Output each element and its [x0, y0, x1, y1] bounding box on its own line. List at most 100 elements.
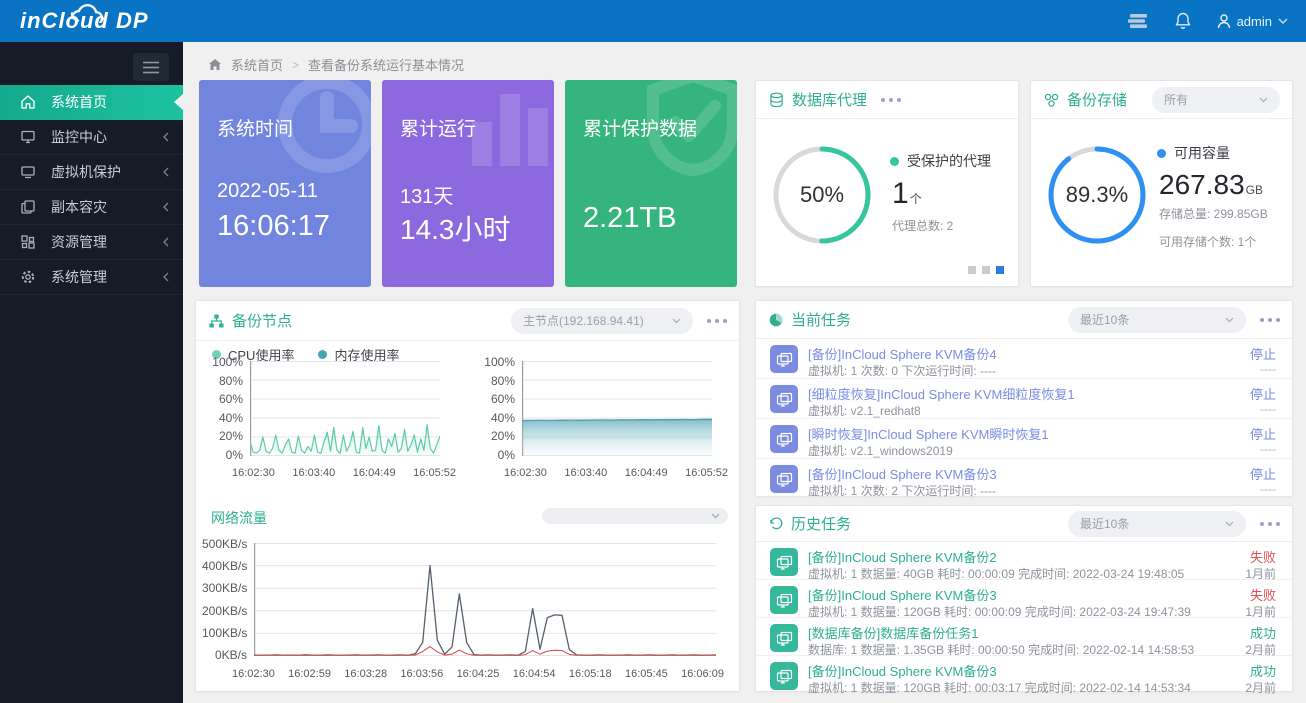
sidebar-item-label: 资源管理 [51, 232, 107, 252]
tick-label: 16:06:09 [681, 668, 724, 680]
current-tasks-title: 当前任务 [768, 309, 851, 330]
task-age: 2月前 [1245, 679, 1276, 696]
legend-label: 可用容量 [1174, 143, 1230, 163]
tick-label: 16:05:18 [569, 668, 612, 680]
task-title-link[interactable]: [备份]InCloud Sphere KVM备份3 [808, 464, 997, 483]
tick-label: 16:03:56 [400, 668, 443, 680]
pager-dot[interactable] [968, 266, 976, 274]
tick-label: 40% [206, 411, 243, 425]
user-icon [1217, 14, 1231, 29]
card-title: 累计运行 [400, 114, 476, 141]
user-name: admin [1237, 14, 1272, 29]
app-logo[interactable]: inCloud DP [20, 0, 149, 42]
db-agent-percent: 50% [770, 143, 874, 247]
tick-label: 60% [206, 392, 243, 406]
chevron-down-icon [672, 318, 681, 324]
history-tasks-filter-select[interactable]: 最近10条 [1068, 511, 1246, 537]
agent-total: 代理总数: 2 [892, 217, 991, 234]
task-title-link[interactable]: [备份]InCloud Sphere KVM备份3 [808, 661, 997, 680]
sidebar-item-vm-protection[interactable]: 虚拟机保护 [0, 155, 183, 190]
tick-label: 100% [206, 355, 243, 369]
legend-dot [1157, 149, 1166, 158]
storage-filter-select[interactable]: 所有 [1152, 87, 1280, 113]
db-agent-more-menu[interactable] [881, 98, 901, 102]
legend-dot [890, 157, 899, 166]
vm-task-icon [770, 662, 798, 690]
current-tasks-filter-select[interactable]: 最近10条 [1068, 307, 1246, 333]
stop-task-button[interactable]: 停止 [1250, 424, 1276, 443]
task-title-link[interactable]: [备份]InCloud Sphere KVM备份3 [808, 585, 997, 604]
memory-usage-chart: 100%80%60%40%20%0% 16:02:3016:03:4016:04… [478, 359, 734, 479]
node-select[interactable]: 主节点(192.168.94.41) [511, 308, 693, 334]
tick-label: 100% [478, 355, 515, 369]
current-tasks-panel: 当前任务 最近10条 [备份]InCloud Sphere KVM备份4 虚拟机… [755, 300, 1293, 497]
stop-task-button[interactable]: 停止 [1250, 464, 1276, 483]
memory-chart-y-axis: 100%80%60%40%20%0% [478, 355, 522, 462]
current-tasks-more-menu[interactable] [1260, 318, 1280, 322]
history-tasks-panel: 历史任务 最近10条 [备份]InCloud Sphere KVM备份2 虚拟机… [755, 505, 1293, 692]
breadcrumb-home[interactable]: 系统首页 [231, 55, 283, 74]
task-action-sub: ---- [1260, 362, 1276, 376]
breadcrumb-separator: > [292, 58, 299, 72]
stop-task-button[interactable]: 停止 [1250, 384, 1276, 403]
db-task-icon [770, 624, 798, 652]
sidebar-menu: 系统首页 监控中心 虚拟机保护 副本容灾 资源管理 系统管理 [0, 85, 183, 295]
storage-percent: 89.3% [1045, 143, 1149, 247]
sidebar-item-monitor-center[interactable]: 监控中心 [0, 120, 183, 155]
task-title-link[interactable]: [备份]InCloud Sphere KVM备份2 [808, 547, 997, 566]
task-title-link[interactable]: [瞬时恢复]InCloud Sphere KVM瞬时恢复1 [808, 424, 1049, 443]
pager-dot[interactable] [982, 266, 990, 274]
breadcrumb-home-icon [208, 58, 222, 71]
storage-filter-value: 所有 [1164, 91, 1188, 108]
sidebar-collapse-button[interactable] [133, 53, 169, 81]
tick-label: 16:02:59 [288, 668, 331, 680]
sidebar-item-replica-dr[interactable]: 副本容灾 [0, 190, 183, 225]
task-title-link[interactable]: [细粒度恢复]InCloud Sphere KVM细粒度恢复1 [808, 384, 1075, 403]
card-uptime: 累计运行 131天 14.3小时 [382, 80, 554, 287]
filter-value: 最近10条 [1080, 311, 1129, 328]
tick-label: 16:02:30 [232, 467, 275, 479]
copy-document-icon [20, 199, 38, 215]
current-task-row: [备份]InCloud Sphere KVM备份4 虚拟机: 1 次数: 0 下… [756, 339, 1292, 379]
notification-bell-icon[interactable] [1175, 12, 1191, 30]
backup-node-header: 备份节点 主节点(192.168.94.41) [196, 301, 739, 341]
home-icon [20, 94, 38, 110]
uptime-hours: 14.3小时 [400, 208, 511, 248]
tick-label: 100KB/s [202, 626, 247, 640]
tick-label: 400KB/s [202, 559, 247, 573]
network-interface-select[interactable] [542, 508, 728, 524]
task-action-sub: ---- [1260, 482, 1276, 496]
history-icon [768, 516, 784, 532]
user-menu[interactable]: admin [1217, 14, 1288, 29]
server-list-icon[interactable] [1128, 13, 1149, 29]
task-title-link[interactable]: [数据库备份]数据库备份任务1 [808, 623, 978, 642]
tick-label: 60% [478, 392, 515, 406]
history-tasks-header: 历史任务 最近10条 [756, 506, 1292, 542]
sidebar: 系统首页 监控中心 虚拟机保护 副本容灾 资源管理 系统管理 [0, 42, 183, 703]
cpu-chart-x-axis: 16:02:3016:03:4016:04:4916:05:52 [232, 467, 456, 479]
history-tasks-more-menu[interactable] [1260, 522, 1280, 526]
history-task-row: [备份]InCloud Sphere KVM备份2 虚拟机: 1 数据量: 40… [756, 542, 1292, 580]
history-task-row: [数据库备份]数据库备份任务1 数据库: 1 数据量: 1.35GB 耗时: 0… [756, 618, 1292, 656]
history-task-row: [备份]InCloud Sphere KVM备份3 虚拟机: 1 数据量: 12… [756, 656, 1292, 693]
sidebar-item-home[interactable]: 系统首页 [0, 85, 183, 120]
current-task-row: [备份]InCloud Sphere KVM备份3 虚拟机: 1 次数: 2 下… [756, 459, 1292, 498]
tasks-gauge-icon [768, 312, 784, 328]
task-detail: 虚拟机: 1 次数: 2 下次运行时间: ---- [808, 482, 996, 499]
network-chart-plot [254, 543, 716, 656]
sidebar-item-system-mgmt[interactable]: 系统管理 [0, 260, 183, 295]
backup-node-more-menu[interactable] [707, 319, 727, 323]
task-title-link[interactable]: [备份]InCloud Sphere KVM备份4 [808, 344, 997, 363]
tick-label: 16:05:52 [685, 467, 728, 479]
stop-task-button[interactable]: 停止 [1250, 344, 1276, 363]
monitor-icon [20, 129, 38, 145]
task-action-sub: ---- [1260, 402, 1276, 416]
db-agent-header: 数据库代理 [756, 81, 1018, 119]
sidebar-item-label: 监控中心 [51, 127, 107, 147]
backup-node-panel: 备份节点 主节点(192.168.94.41) CPU使用率 内存使用率 100… [195, 300, 740, 692]
sidebar-item-label: 系统首页 [51, 92, 107, 112]
database-icon [768, 92, 785, 108]
node-select-value: 主节点(192.168.94.41) [523, 312, 644, 329]
pager-dot-active[interactable] [996, 266, 1004, 274]
sidebar-item-resource-mgmt[interactable]: 资源管理 [0, 225, 183, 260]
